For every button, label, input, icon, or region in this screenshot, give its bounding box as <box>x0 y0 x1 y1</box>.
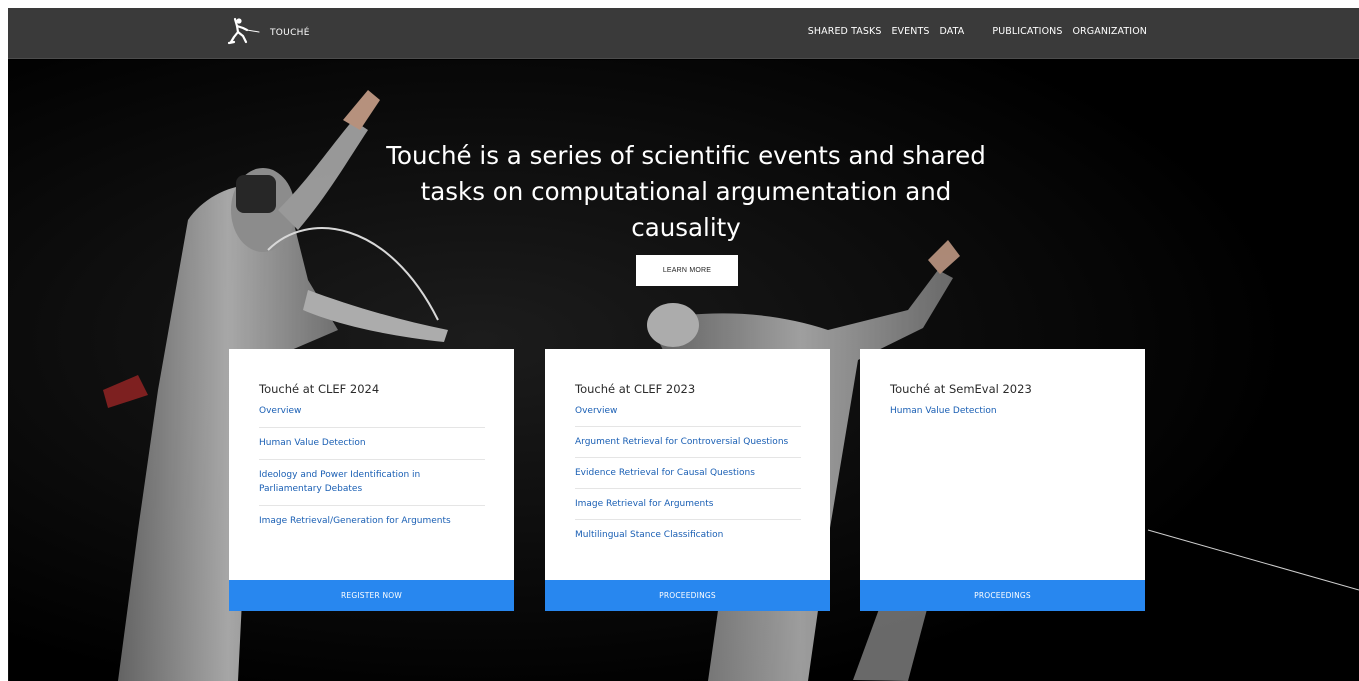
main-nav: SHARED TASKS EVENTS DATA PUBLICATIONS OR… <box>798 26 1147 37</box>
list-item: Argument Retrieval for Controversial Que… <box>575 427 801 458</box>
card-title: Touché at CLEF 2024 <box>259 382 380 396</box>
list-item: Overview <box>259 402 485 428</box>
event-card-semeval-2023: Touché at SemEval 2023 Human Value Detec… <box>860 349 1145 611</box>
brand-name: TOUCHÉ <box>270 28 310 38</box>
card-links: Human Value Detection <box>890 402 1116 427</box>
link-argument-retrieval[interactable]: Argument Retrieval for Controversial Que… <box>575 435 801 449</box>
event-card-clef-2024: Touché at CLEF 2024 Overview Human Value… <box>229 349 514 611</box>
navbar: TOUCHÉ SHARED TASKS EVENTS DATA PUBLICAT… <box>8 8 1359 59</box>
link-evidence-retrieval[interactable]: Evidence Retrieval for Causal Questions <box>575 466 801 480</box>
list-item: Human Value Detection <box>259 428 485 460</box>
link-multilingual-stance[interactable]: Multilingual Stance Classification <box>575 528 801 542</box>
nav-data[interactable]: DATA <box>940 26 965 37</box>
card-links: Overview Argument Retrieval for Controve… <box>575 402 801 550</box>
nav-shared-tasks[interactable]: SHARED TASKS <box>808 26 882 37</box>
page-frame: TOUCHÉ SHARED TASKS EVENTS DATA PUBLICAT… <box>8 8 1359 681</box>
nav-publications[interactable]: PUBLICATIONS <box>992 26 1062 37</box>
nav-events[interactable]: EVENTS <box>891 26 929 37</box>
card-title: Touché at SemEval 2023 <box>890 382 1032 396</box>
link-overview[interactable]: Overview <box>575 404 801 418</box>
link-human-value-detection[interactable]: Human Value Detection <box>259 436 485 450</box>
list-item: Image Retrieval for Arguments <box>575 489 801 520</box>
list-item: Evidence Retrieval for Causal Questions <box>575 458 801 489</box>
link-overview[interactable]: Overview <box>259 404 485 418</box>
list-item: Image Retrieval/Generation for Arguments <box>259 506 485 537</box>
card-links: Overview Human Value Detection Ideology … <box>259 402 485 537</box>
hero-section: Touché is a series of scientific events … <box>8 60 1359 681</box>
link-image-retrieval-generation[interactable]: Image Retrieval/Generation for Arguments <box>259 514 485 528</box>
link-image-retrieval[interactable]: Image Retrieval for Arguments <box>575 497 801 511</box>
list-item: Ideology and Power Identification in Par… <box>259 460 485 506</box>
learn-more-button[interactable]: LEARN MORE <box>636 255 738 286</box>
card-title: Touché at CLEF 2023 <box>575 382 696 396</box>
list-item: Multilingual Stance Classification <box>575 520 801 550</box>
fencer-logo-icon <box>227 17 260 45</box>
proceedings-button[interactable]: PROCEEDINGS <box>860 580 1145 611</box>
nav-organization[interactable]: ORGANIZATION <box>1072 26 1147 37</box>
link-ideology-power-identification[interactable]: Ideology and Power Identification in Par… <box>259 468 485 496</box>
hero-title: Touché is a series of scientific events … <box>386 141 986 242</box>
brand[interactable]: TOUCHÉ <box>226 17 310 49</box>
event-card-clef-2023: Touché at CLEF 2023 Overview Argument Re… <box>545 349 830 611</box>
list-item: Human Value Detection <box>890 402 1116 427</box>
register-now-button[interactable]: REGISTER NOW <box>229 580 514 611</box>
proceedings-button[interactable]: PROCEEDINGS <box>545 580 830 611</box>
link-human-value-detection[interactable]: Human Value Detection <box>890 404 1116 418</box>
list-item: Overview <box>575 402 801 427</box>
